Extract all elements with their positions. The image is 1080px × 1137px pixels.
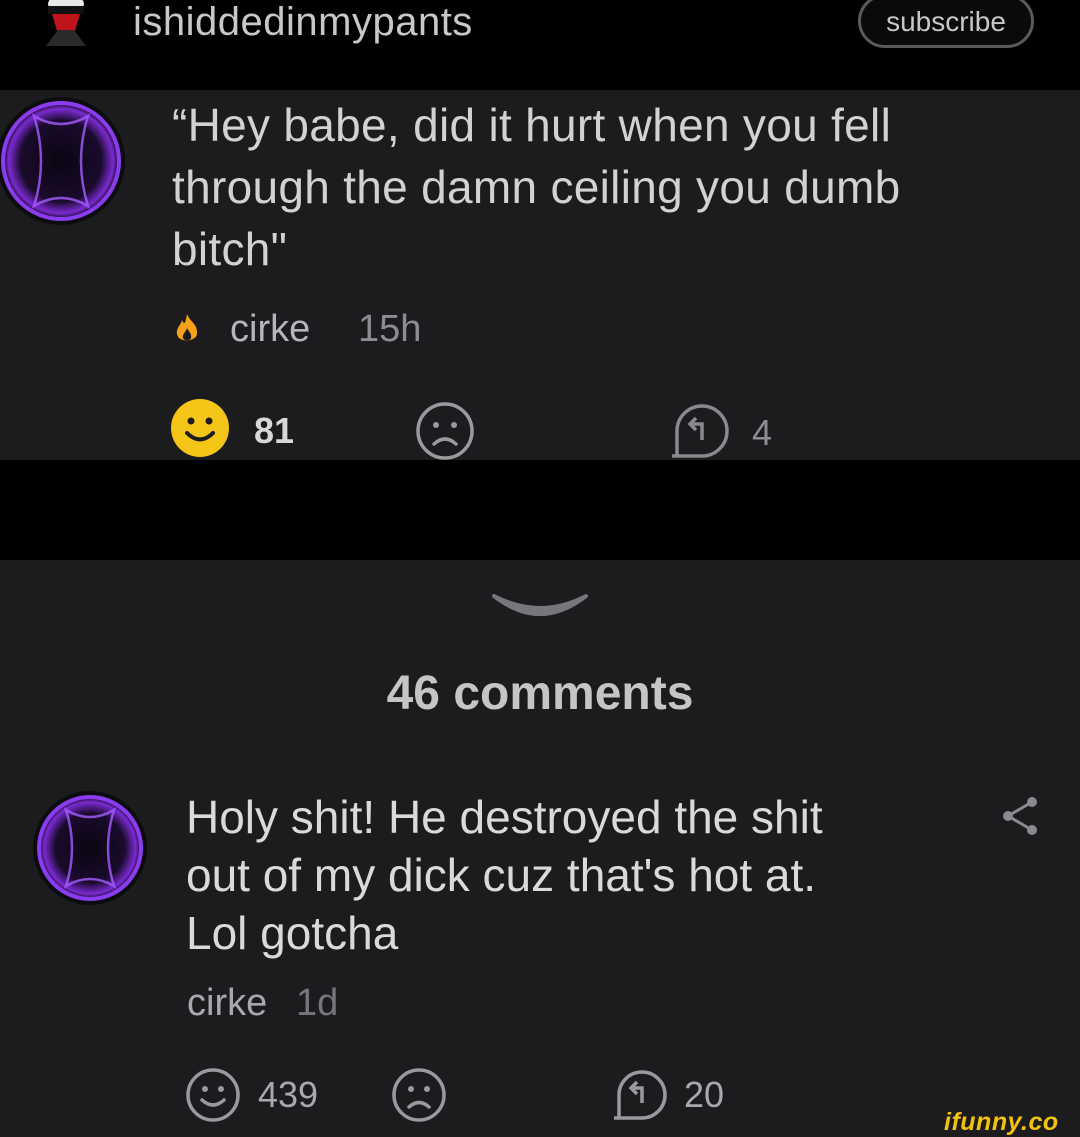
comment-author[interactable]: cirke <box>187 982 267 1025</box>
reply-count: 20 <box>684 1074 725 1115</box>
comments-section: 46 comments Holy shit! He destroyed the … <box>0 560 1080 1137</box>
divider-band <box>0 460 1080 560</box>
comment-timestamp: 15h <box>358 308 422 350</box>
share-icon[interactable] <box>1000 794 1040 838</box>
reply-icon[interactable] <box>666 400 732 460</box>
reply-icon[interactable] <box>608 1066 672 1124</box>
comment-timestamp: 1d <box>296 982 339 1024</box>
fire-icon <box>176 314 198 341</box>
smile-icon[interactable] <box>170 398 230 458</box>
commenter-avatar-icon[interactable] <box>0 94 128 228</box>
smile-count: 439 <box>258 1074 319 1115</box>
frown-icon[interactable] <box>390 1066 448 1124</box>
smile-count: 81 <box>254 410 295 451</box>
subscribe-button[interactable]: subscribe <box>858 0 1034 48</box>
post-author-username[interactable]: ishiddedinmypants <box>133 0 473 44</box>
comment-author[interactable]: cirke <box>230 308 310 351</box>
comments-count-heading: 46 comments <box>386 667 694 720</box>
smile-icon[interactable] <box>184 1066 242 1124</box>
featured-comment: “Hey babe, did it hurt when you fell thr… <box>0 90 1080 460</box>
comment-text: “Hey babe, did it hurt when you fell thr… <box>172 99 901 275</box>
reply-count: 4 <box>752 412 773 453</box>
commenter-avatar-icon[interactable] <box>32 790 148 906</box>
user-avatar-icon[interactable] <box>38 0 94 46</box>
ifunny-watermark: ifunny.co <box>944 1108 1059 1136</box>
frown-icon[interactable] <box>414 400 476 460</box>
chevron-down-icon[interactable] <box>490 590 590 626</box>
comment-text: Holy shit! He destroyed the shit out of … <box>186 791 823 959</box>
post-header: ishiddedinmypants subscribe <box>0 0 1080 90</box>
